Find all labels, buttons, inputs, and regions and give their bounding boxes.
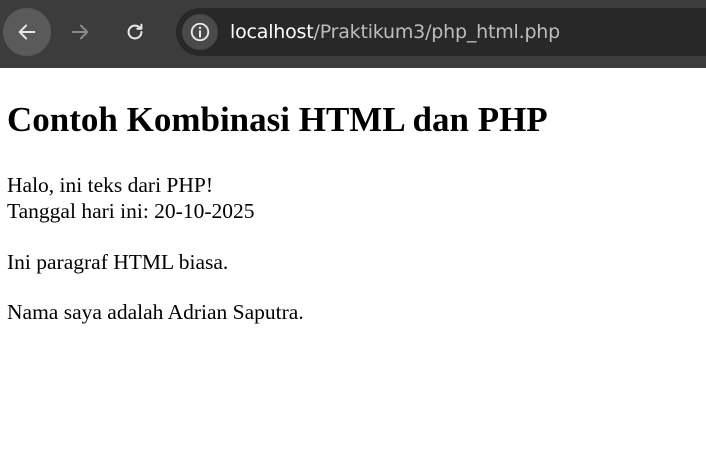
page-content: Contoh Kombinasi HTML dan PHP Halo, ini … [0, 68, 706, 456]
reload-button[interactable] [111, 8, 159, 56]
name-paragraph: Nama saya adalah Adrian Saputra. [7, 300, 304, 324]
url-text[interactable]: localhost/Praktikum3/php_html.php [230, 8, 560, 56]
php-text: Halo, ini teks dari PHP! [7, 173, 214, 197]
site-info-button[interactable] [182, 14, 218, 50]
info-icon [190, 22, 210, 42]
reload-icon [127, 23, 143, 40]
browser-toolbar: localhost/Praktikum3/php_html.php [0, 0, 706, 68]
forward-button[interactable] [56, 8, 104, 56]
address-bar[interactable]: localhost/Praktikum3/php_html.php [176, 8, 706, 56]
page-heading: Contoh Kombinasi HTML dan PHP [7, 100, 548, 139]
arrow-left-icon [18, 24, 36, 40]
date-line: Tanggal hari ini: 20-10-2025 [7, 199, 255, 223]
arrow-right-icon [71, 24, 89, 40]
html-paragraph: Ini paragraf HTML biasa. [7, 250, 229, 274]
url-host: localhost [230, 21, 314, 43]
url-path: /Praktikum3/php_html.php [313, 21, 561, 43]
back-button[interactable] [3, 8, 51, 56]
